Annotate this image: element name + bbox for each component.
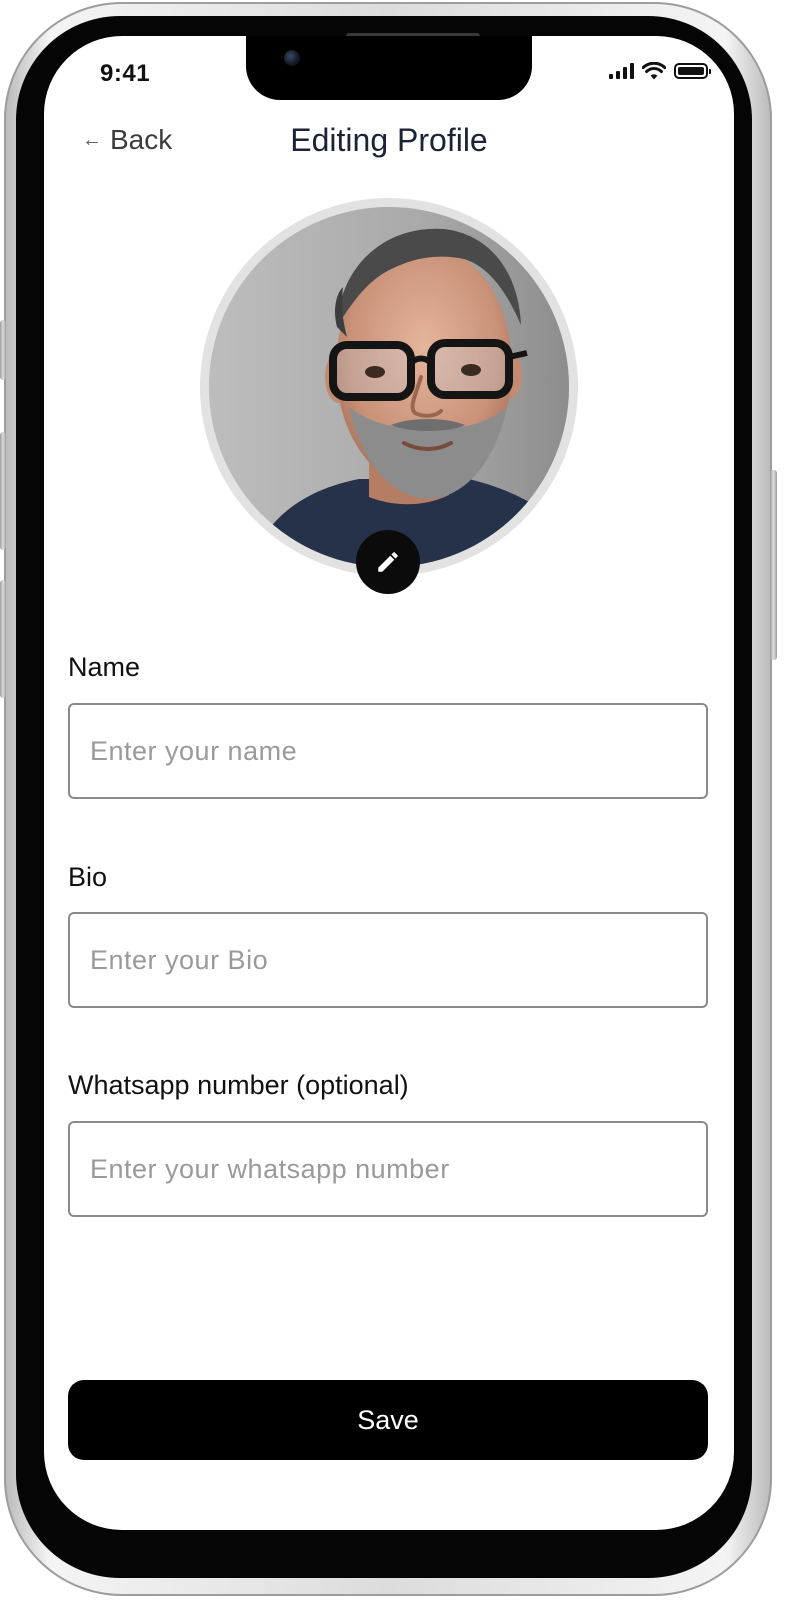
save-button[interactable]: Save xyxy=(68,1380,708,1460)
volume-up-button xyxy=(0,432,6,550)
screen: 9:41 ← Back Editing Profile Name Enter y… xyxy=(44,36,734,1530)
name-input[interactable] xyxy=(68,703,708,799)
avatar[interactable] xyxy=(209,207,569,567)
battery-icon xyxy=(674,63,711,79)
whatsapp-input[interactable] xyxy=(68,1121,708,1217)
page-title: Editing Profile xyxy=(290,122,488,158)
bio-label: Bio xyxy=(68,862,108,892)
avatar-ring xyxy=(200,198,578,576)
whatsapp-label: Whatsapp number (optional) xyxy=(68,1070,409,1100)
bio-input[interactable] xyxy=(68,912,708,1008)
status-time: 9:41 xyxy=(100,60,151,87)
volume-down-button xyxy=(0,580,6,698)
silent-switch xyxy=(0,320,6,380)
avatar-photo xyxy=(209,207,569,567)
wifi-icon xyxy=(642,62,666,80)
name-label: Name xyxy=(68,652,141,682)
pencil-icon xyxy=(378,552,398,572)
front-camera-icon xyxy=(284,50,300,66)
power-button xyxy=(770,470,777,660)
cellular-signal-icon xyxy=(609,63,634,79)
edit-avatar-button[interactable] xyxy=(356,530,420,594)
status-icons xyxy=(609,62,711,80)
notch xyxy=(246,36,532,100)
